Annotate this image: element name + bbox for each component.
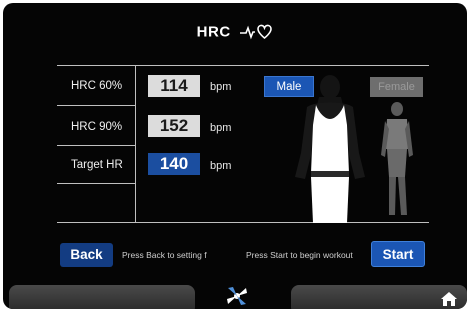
hrc90-label: HRC 90%	[71, 121, 123, 133]
fan-icon[interactable]	[224, 284, 250, 308]
page-title: HRC	[3, 23, 467, 41]
back-hint: Press Back to setting f	[122, 250, 207, 260]
home-icon[interactable]	[440, 291, 458, 307]
back-button[interactable]: Back	[60, 243, 113, 267]
page-title-text: HRC	[196, 23, 231, 41]
target-hr-unit: bpm	[210, 160, 232, 172]
divider	[57, 145, 135, 146]
start-hint: Press Start to begin workout	[246, 250, 353, 260]
female-button[interactable]: Female	[370, 77, 423, 97]
hrc-panel: HRC 60% 114 bpm HRC 90% 152 bpm Target H…	[57, 65, 429, 223]
hrc60-value[interactable]: 114	[148, 75, 200, 97]
hrc-screen: HRC HRC 60% 114 bpm HRC 90% 152 bpm Targ…	[3, 3, 467, 309]
divider	[57, 65, 429, 66]
divider	[57, 222, 429, 223]
divider	[57, 183, 135, 184]
bottom-bar-left	[9, 285, 195, 309]
hrc60-label: HRC 60%	[71, 80, 123, 92]
target-hr-value[interactable]: 140	[148, 153, 200, 175]
hrc60-unit: bpm	[210, 81, 232, 93]
female-figure-image	[381, 102, 413, 215]
start-button[interactable]: Start	[371, 241, 425, 267]
divider	[57, 105, 135, 106]
heart-pulse-icon	[240, 24, 273, 40]
hrc90-unit: bpm	[210, 122, 232, 134]
hrc90-value[interactable]: 152	[148, 115, 200, 137]
target-hr-label: Target HR	[71, 159, 123, 171]
male-button[interactable]: Male	[264, 76, 314, 97]
divider	[135, 65, 136, 223]
